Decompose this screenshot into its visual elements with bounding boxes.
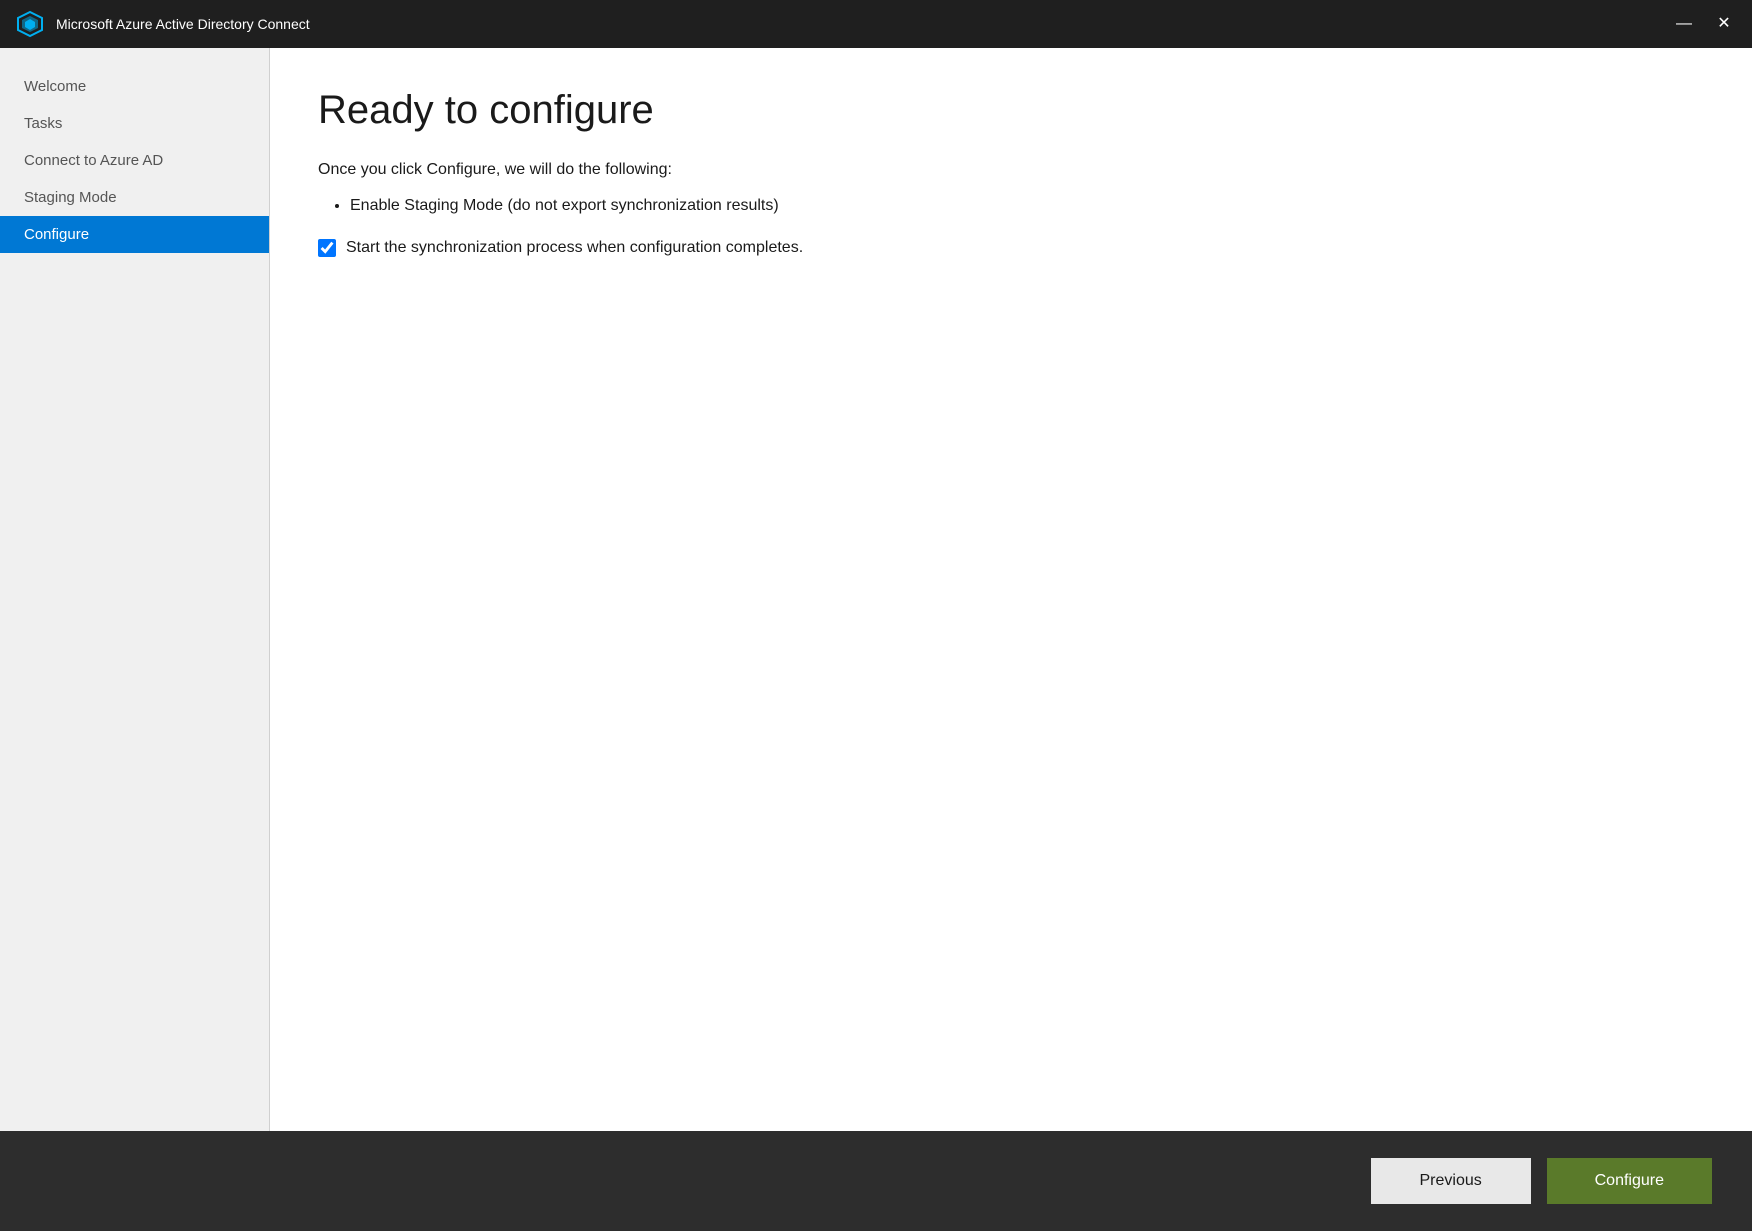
description-text: Once you click Configure, we will do the…	[318, 161, 1704, 179]
title-bar-controls: — ✕	[1672, 16, 1736, 32]
sync-checkbox[interactable]	[318, 239, 336, 257]
app-logo	[16, 10, 44, 38]
close-button[interactable]: ✕	[1712, 16, 1736, 32]
minimize-button[interactable]: —	[1672, 16, 1696, 32]
configure-button[interactable]: Configure	[1547, 1158, 1712, 1204]
sidebar: Welcome Tasks Connect to Azure AD Stagin…	[0, 48, 270, 1131]
page-title: Ready to configure	[318, 88, 1704, 133]
sidebar-item-welcome[interactable]: Welcome	[0, 68, 269, 105]
sidebar-item-tasks[interactable]: Tasks	[0, 105, 269, 142]
title-bar: Microsoft Azure Active Directory Connect…	[0, 0, 1752, 48]
main-content: Ready to configure Once you click Config…	[270, 48, 1752, 1131]
sidebar-item-configure[interactable]: Configure	[0, 216, 269, 253]
footer: Previous Configure	[0, 1131, 1752, 1231]
content-area: Welcome Tasks Connect to Azure AD Stagin…	[0, 48, 1752, 1131]
sidebar-item-connect-azure-ad[interactable]: Connect to Azure AD	[0, 142, 269, 179]
sidebar-item-staging-mode[interactable]: Staging Mode	[0, 179, 269, 216]
sync-checkbox-label[interactable]: Start the synchronization process when c…	[346, 239, 803, 257]
bullet-item-staging-mode: Enable Staging Mode (do not export synch…	[350, 197, 1704, 215]
previous-button[interactable]: Previous	[1371, 1158, 1531, 1204]
bullet-list: Enable Staging Mode (do not export synch…	[318, 197, 1704, 215]
title-bar-text: Microsoft Azure Active Directory Connect	[56, 16, 1672, 32]
window-body: Welcome Tasks Connect to Azure AD Stagin…	[0, 48, 1752, 1231]
sync-checkbox-row: Start the synchronization process when c…	[318, 239, 1704, 257]
